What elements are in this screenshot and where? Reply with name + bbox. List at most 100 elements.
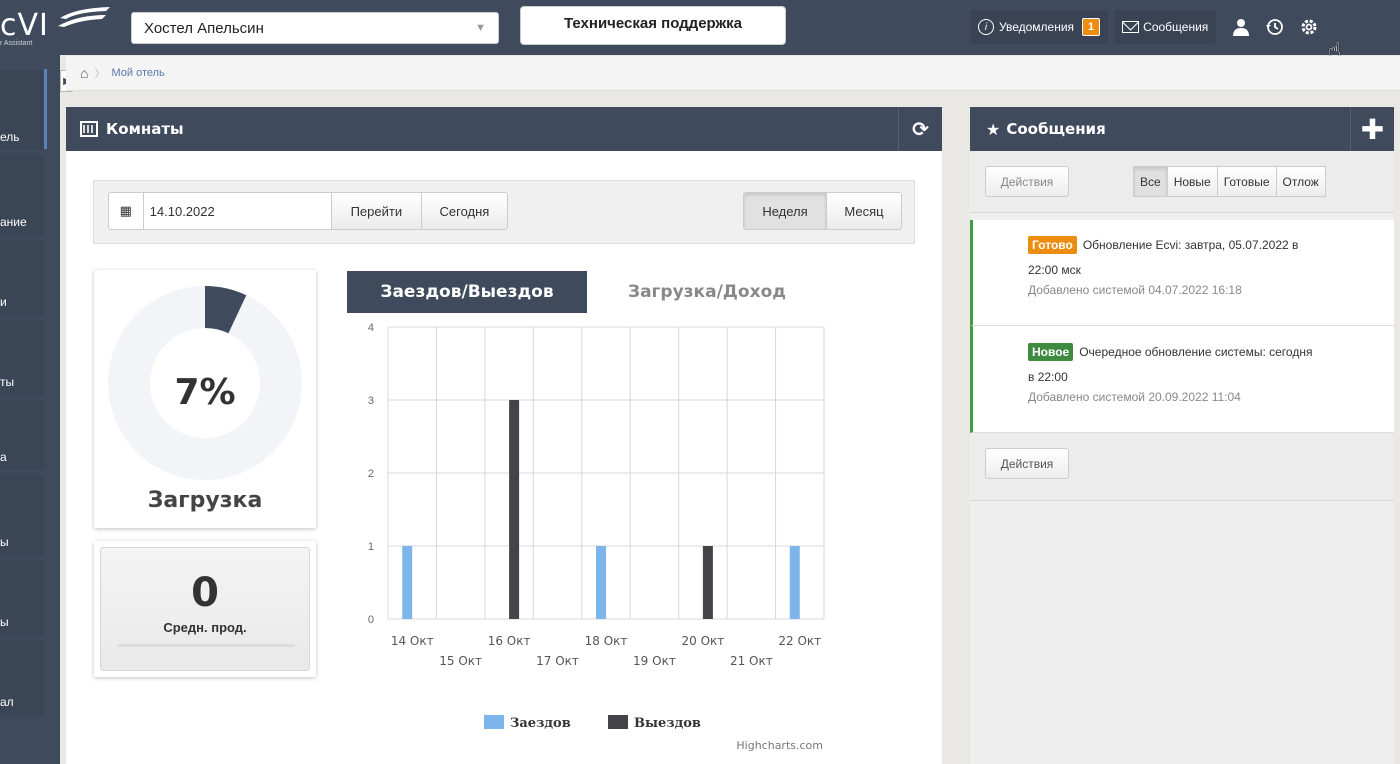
sidebar-item-8[interactable]: ал: [0, 640, 44, 715]
checkins-chart: 0 1 2 3 4 14 Окт 15 Окт 16 Окт 17 Окт 18 Окт 19 Ок…: [368, 322, 825, 752]
filter-postponed-button[interactable]: Отлож: [1276, 166, 1326, 197]
avg-sales-box: 0 Средн. прод.: [100, 547, 310, 671]
message-text-line-2: в 22:00: [1028, 370, 1068, 384]
sidebar-item-3[interactable]: и: [0, 240, 44, 315]
month-button[interactable]: Месяц: [827, 192, 902, 230]
rooms-panel: Комнаты ⟳ ▦ 14.10.2022 Перейти Сегодня Н…: [66, 107, 942, 764]
sidebar-item-5[interactable]: а: [0, 400, 44, 470]
bar-checkins: [596, 546, 606, 619]
top-bar: cVI r Assistant Хостел Апельсин ▼ Технич…: [0, 0, 1400, 55]
message-meta: Добавлено системой 04.07.2022 16:18: [1028, 283, 1242, 297]
avg-sales-label: Средн. прод.: [163, 620, 247, 635]
x-tick-label: 18 Окт: [585, 634, 628, 648]
notifications-count-badge: 1: [1082, 18, 1101, 36]
chevron-down-icon: ▼: [475, 22, 486, 34]
bar-checkouts: [509, 400, 520, 619]
sidebar-item-label: ы: [0, 615, 9, 629]
app-logo[interactable]: cVI r Assistant: [0, 6, 118, 47]
tab-checkins[interactable]: Заездов/Выездов: [347, 271, 587, 313]
envelope-icon: [1122, 21, 1140, 33]
sidebar-item-label: ал: [0, 695, 14, 709]
sidebar-item-label: и: [0, 295, 7, 309]
messages-panel-header: ★ Сообщения ✚: [970, 107, 1394, 151]
filter-done-button[interactable]: Готовые: [1217, 166, 1277, 197]
hotel-select[interactable]: Хостел Апельсин ▼: [131, 12, 499, 44]
top-right-controls: i Уведомления 1 Сообщения: [970, 10, 1326, 44]
hotel-select-value: Хостел Апельсин: [144, 19, 264, 37]
legend-label: Выездов: [634, 716, 701, 731]
message-item[interactable]: Готово Обновление Ecvi: завтра, 05.07.202…: [970, 220, 1394, 326]
filter-all-button[interactable]: Все: [1133, 166, 1168, 197]
status-badge-done: Готово: [1028, 236, 1077, 254]
occupancy-label: Загрузка: [147, 488, 263, 513]
legend-swatch: [484, 715, 504, 729]
period-toggle: Неделя Месяц: [743, 192, 902, 230]
breadcrumb: ⌂ 〉 Мой отель: [66, 56, 1400, 91]
message-text-line-2: 22:00 мск: [1028, 263, 1081, 277]
actions-button[interactable]: Действия: [985, 166, 1069, 197]
sidebar-item-label: ание: [0, 215, 27, 229]
tab-occupancy-income[interactable]: Загрузка/Доход: [587, 271, 827, 313]
x-tick-label: 20 Окт: [681, 634, 724, 648]
x-tick-label: 22 Окт: [778, 634, 821, 648]
refresh-icon[interactable]: ⟳: [898, 107, 942, 151]
go-button[interactable]: Перейти: [331, 192, 422, 230]
messages-panel: ★ Сообщения ✚ Действия Все Новые Готовые…: [970, 107, 1394, 764]
sidebar-item-4[interactable]: ты: [0, 320, 44, 395]
sidebar-item-hotel[interactable]: ель: [0, 70, 44, 150]
date-toolbar: ▦ 14.10.2022 Перейти Сегодня Неделя Меся…: [93, 180, 915, 244]
logo-subtitle: r Assistant: [0, 40, 33, 47]
sidebar-item-booking[interactable]: ание: [0, 155, 44, 235]
message-text-line-1: Очередное обновление системы: сегодня: [1079, 345, 1313, 359]
occupancy-card: 7% Загрузка: [94, 270, 316, 528]
calendar-icon[interactable]: ▦: [108, 192, 144, 230]
date-input[interactable]: 14.10.2022: [143, 192, 332, 230]
week-button[interactable]: Неделя: [743, 192, 827, 230]
info-icon: i: [978, 19, 994, 35]
y-tick-label: 4: [368, 322, 374, 334]
status-badge-new: Новое: [1028, 343, 1074, 361]
y-tick-label: 1: [368, 541, 374, 553]
y-tick-label: 0: [368, 614, 374, 626]
user-icon[interactable]: [1224, 10, 1258, 44]
message-text-line-1: Обновление Ecvi: завтра, 05.07.2022 в: [1082, 238, 1299, 252]
x-tick-label: 19 Окт: [633, 654, 676, 668]
sidebar-active-indicator: [44, 69, 47, 149]
message-meta: Добавлено системой 20.09.2022 11:04: [1028, 390, 1241, 404]
x-tick-label: 14 Окт: [391, 634, 434, 648]
bar-checkins: [402, 546, 413, 619]
today-button[interactable]: Сегодня: [421, 192, 508, 230]
history-icon[interactable]: [1258, 10, 1292, 44]
home-icon[interactable]: ⌂: [80, 65, 88, 81]
sidebar-item-label: ы: [0, 535, 9, 549]
sidebar-item-label: ель: [0, 130, 20, 144]
support-button[interactable]: Техническая поддержка: [520, 6, 786, 45]
bar-checkins: [789, 546, 800, 619]
actions-button[interactable]: Действия: [985, 448, 1069, 479]
sidebar-item-6[interactable]: ы: [0, 475, 44, 555]
add-message-button[interactable]: ✚: [1350, 107, 1394, 151]
breadcrumb-separator: 〉: [94, 68, 106, 80]
bar-checkouts: [702, 546, 713, 619]
rooms-panel-header: Комнаты ⟳: [66, 107, 942, 151]
message-text: Новое Очередное обновление системы: сегод…: [1028, 340, 1380, 365]
legend-label: Заездов: [510, 716, 571, 731]
settings-gear-icon[interactable]: [1292, 10, 1326, 44]
notifications-button[interactable]: i Уведомления 1: [970, 10, 1109, 44]
legend-swatch: [608, 715, 628, 729]
x-tick-label: 15 Окт: [439, 654, 482, 668]
messages-panel-title: Сообщения: [1006, 120, 1106, 138]
message-filter-group: Все Новые Готовые Отлож: [1133, 166, 1326, 197]
message-item[interactable]: Новое Очередное обновление системы: сегод…: [970, 326, 1394, 433]
calendar-icon: [80, 121, 98, 137]
sidebar-item-7[interactable]: ы: [0, 560, 44, 635]
breadcrumb-current[interactable]: Мой отель: [111, 67, 164, 79]
sidebar: ель ание и ты а ы ы ал: [0, 55, 60, 764]
notifications-label: Уведомления: [999, 20, 1075, 34]
messages-toolbar: Действия Все Новые Готовые Отлож: [970, 151, 1394, 213]
y-tick-label: 3: [368, 395, 374, 407]
messages-button[interactable]: Сообщения: [1114, 10, 1217, 44]
messages-footer: Действия: [970, 433, 1394, 501]
filter-new-button[interactable]: Новые: [1167, 166, 1218, 197]
avg-sales-bar: [117, 644, 295, 647]
